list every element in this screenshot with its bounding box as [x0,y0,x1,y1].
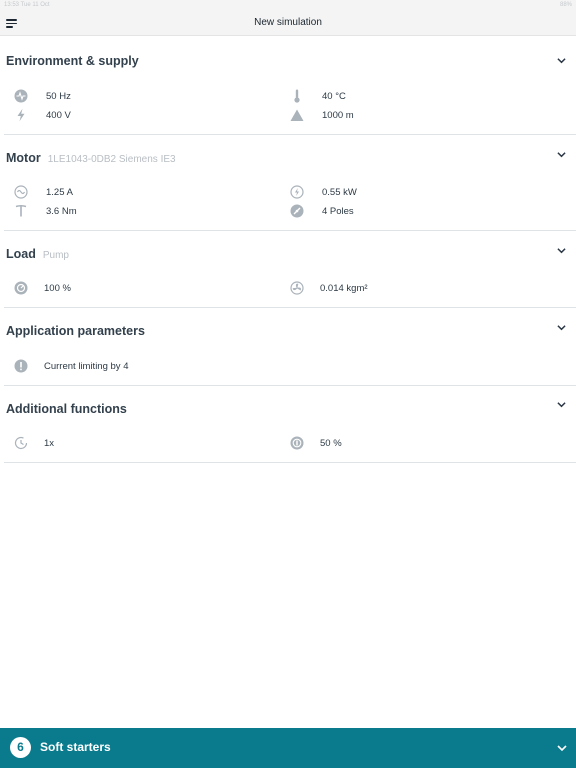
status-time: 13:53 Tue 11 Oct [4,2,50,8]
env-frequency-value: 50 Hz [46,91,71,102]
section-title: Additional functions [6,402,127,416]
clock-icon [14,436,28,450]
section-additional: Additional functions 1x 50 % [4,386,576,463]
chevron-down-icon[interactable] [557,150,566,159]
mountain-icon [290,109,304,121]
env-voltage-value: 400 V [46,110,71,121]
section-application: Application parameters Current limiting … [4,308,576,386]
env-altitude-value: 1000 m [322,110,354,121]
motor-power-value: 0.55 kW [322,187,357,198]
section-title: Application parameters [6,324,145,338]
load-factor-value: 100 % [44,283,71,294]
env-temperature-value: 40 °C [322,91,346,102]
fan-icon [290,281,304,295]
additional-duty-value: 50 % [320,438,342,449]
load-gauge-icon [14,281,28,295]
lightning-icon [17,108,25,122]
section-environment: Environment & supply 50 Hz 40 °C 400 V 1… [4,36,576,135]
app-current-limiting-value: Current limiting by 4 [44,361,129,372]
info-icon [14,359,28,373]
ac-current-icon [14,185,28,199]
motor-torque-value: 3.6 Nm [46,206,77,217]
section-subtitle: 1LE1043-0DB2 Siemens IE3 [47,154,176,165]
section-title: Motor [6,151,41,165]
page-title: New simulation [254,17,322,28]
chevron-down-icon[interactable] [557,400,566,409]
section-additional-header[interactable]: Additional functions [6,400,572,420]
chevron-down-icon[interactable] [557,323,566,332]
section-load-header[interactable]: Load Pump [6,245,572,265]
status-battery: 88% [559,2,572,8]
chevron-down-icon[interactable] [557,743,567,753]
navigation-bar: New simulation [0,11,576,36]
load-inertia-value: 0.014 kgm² [320,283,368,294]
section-environment-header[interactable]: Environment & supply [6,52,572,72]
waveform-icon [14,89,28,103]
duty-cycle-icon [290,436,304,450]
section-load: Load Pump 100 % 0.014 kgm² [4,231,576,308]
section-subtitle: Pump [42,250,69,261]
chevron-down-icon[interactable] [557,246,566,255]
section-title: Environment & supply [6,54,139,68]
power-meter-icon [290,185,304,199]
section-motor-header[interactable]: Motor 1LE1043-0DB2 Siemens IE3 [6,149,572,169]
additional-starts-value: 1x [44,438,55,449]
status-bar: 13:53 Tue 11 Oct 88% [0,0,576,11]
section-application-header[interactable]: Application parameters [6,322,572,342]
motor-current-value: 1.25 A [46,187,73,198]
result-count-badge: 6 [10,737,31,758]
chevron-down-icon[interactable] [557,56,566,65]
soft-starters-bar[interactable]: 6 Soft starters [0,728,576,768]
torque-icon [15,204,27,217]
motor-poles-value: 4 Poles [322,206,354,217]
thermometer-icon [294,89,300,103]
section-title: Load [6,247,36,261]
soft-starters-label: Soft starters [40,740,111,754]
gauge-icon [290,204,304,218]
section-motor: Motor 1LE1043-0DB2 Siemens IE3 1.25 A 0.5… [4,135,576,231]
